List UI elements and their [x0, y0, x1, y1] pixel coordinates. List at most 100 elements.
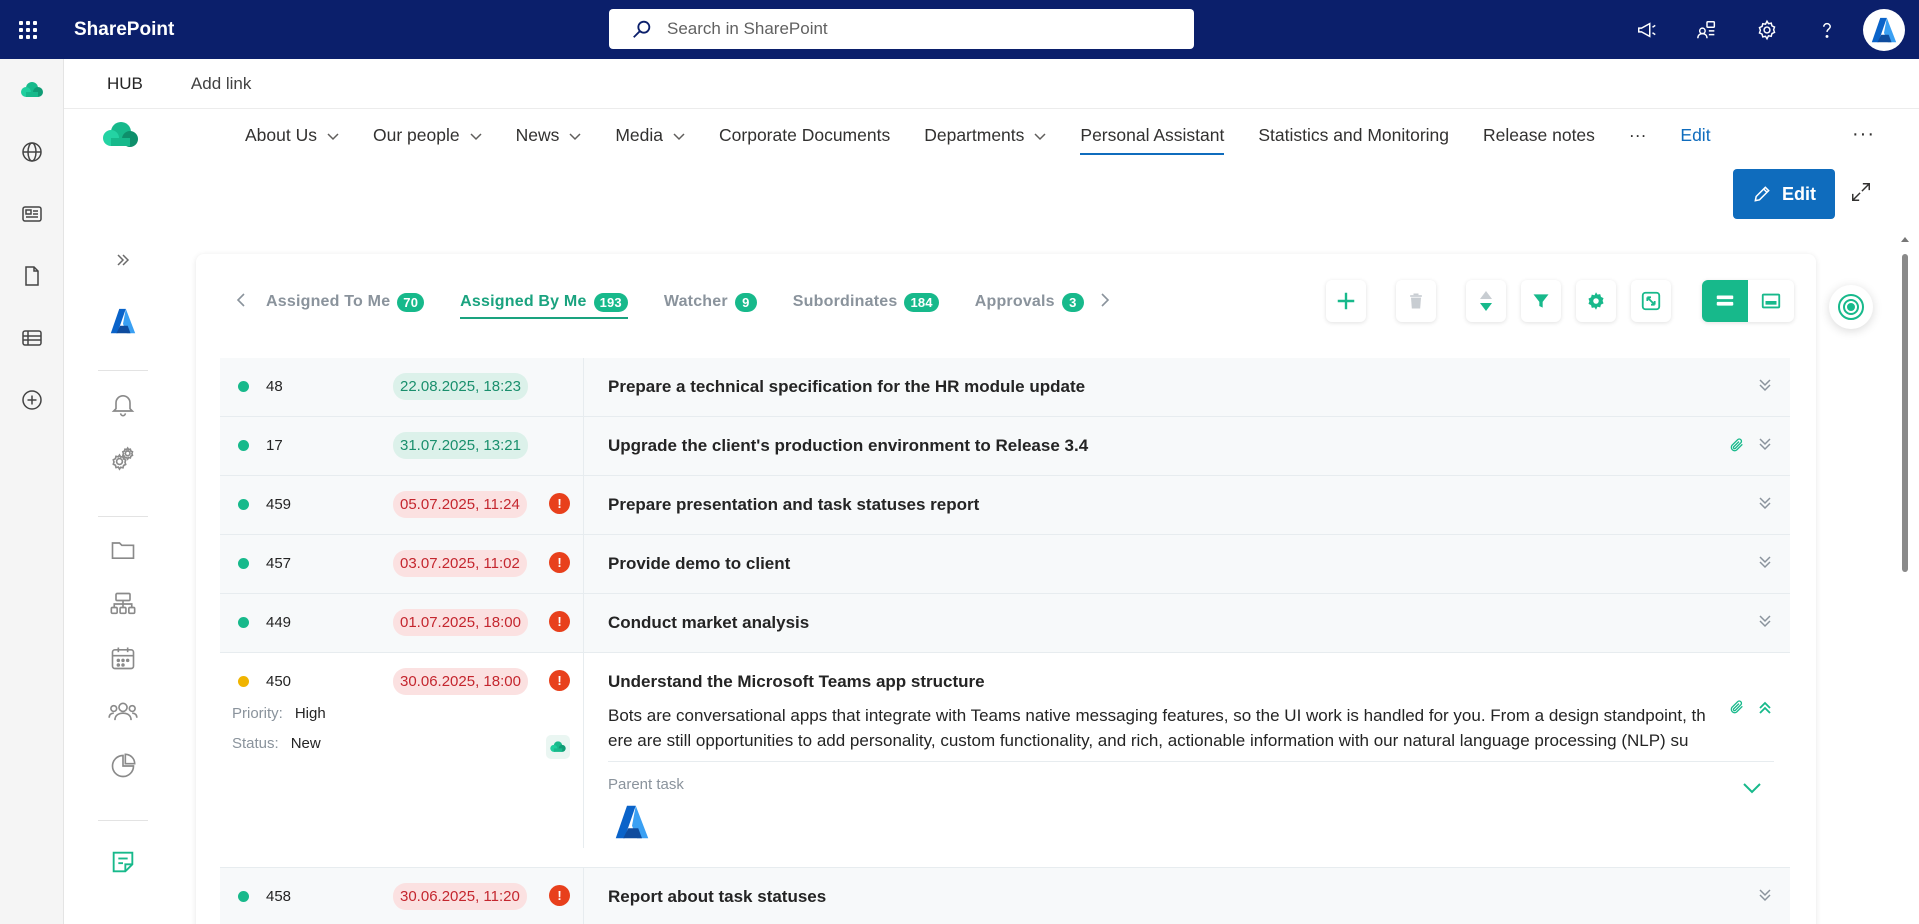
nav-item-about-us[interactable]: About Us [245, 109, 339, 161]
settings-button[interactable] [1576, 280, 1616, 322]
pie-chart-icon[interactable] [80, 752, 166, 780]
task-id: 450 [266, 673, 292, 690]
connections-icon[interactable] [1677, 0, 1737, 59]
task-title[interactable]: Conduct market analysis [608, 613, 809, 633]
expand-chevron-icon[interactable] [1758, 378, 1772, 397]
nav-item-personal-assistant[interactable]: Personal Assistant [1080, 109, 1224, 161]
page-edit-button[interactable]: Edit [1733, 169, 1835, 219]
app-bar-home[interactable] [0, 59, 64, 121]
tabs-prev-icon[interactable] [236, 292, 246, 312]
nav-overflow-icon[interactable]: ··· [1629, 109, 1646, 161]
megaphone-icon[interactable] [1617, 0, 1677, 59]
sort-button[interactable] [1466, 280, 1506, 322]
tabs-next-icon[interactable] [1100, 292, 1110, 312]
task-row[interactable]: 17 31.07.2025, 13:21 Upgrade the client's … [220, 417, 1790, 476]
overdue-alert-icon: ! [549, 493, 570, 514]
delete-task-button[interactable] [1396, 280, 1436, 322]
nav-item-our-people[interactable]: Our people [373, 109, 482, 161]
view-toggle [1702, 280, 1794, 322]
overdue-alert-icon: ! [549, 611, 570, 632]
workflow-icon[interactable] [80, 590, 166, 618]
expand-chevron-icon[interactable] [1758, 555, 1772, 574]
task-id: 458 [266, 888, 292, 905]
app-bar-files[interactable] [0, 245, 64, 307]
task-list: 48 22.08.2025, 18:23 Prepare a technical s… [220, 358, 1790, 924]
search-placeholder: Search in SharePoint [667, 19, 828, 38]
collapse-chevron-icon[interactable] [1758, 701, 1772, 720]
task-title[interactable]: Report about task statuses [608, 887, 826, 907]
tab-approvals[interactable]: Approvals 3 [975, 284, 1084, 320]
expand-chevron-icon[interactable] [1758, 614, 1772, 633]
task-row[interactable]: 458 30.06.2025, 11:20! Report about task s… [220, 868, 1790, 924]
user-avatar[interactable] [1863, 8, 1905, 51]
app-bar-news[interactable] [0, 183, 64, 245]
status-dot [238, 617, 249, 628]
brand-title[interactable]: SharePoint [74, 19, 174, 41]
notes-icon[interactable] [80, 848, 166, 876]
calendar-icon[interactable] [80, 644, 166, 672]
nav-item-media[interactable]: Media [615, 109, 685, 161]
search-box[interactable]: Search in SharePoint [609, 9, 1194, 49]
app-bar-create[interactable] [0, 369, 64, 431]
compact-view-button[interactable] [1748, 280, 1794, 322]
task-title[interactable]: Prepare presentation and task statuses r… [608, 495, 979, 515]
due-date-badge: 05.07.2025, 11:24 [393, 491, 527, 518]
expand-chevron-icon[interactable] [1758, 437, 1772, 456]
assistant-float-button[interactable] [1829, 285, 1873, 329]
expand-icon[interactable] [1850, 181, 1872, 208]
task-title[interactable]: Provide demo to client [608, 554, 790, 574]
nav-item-news[interactable]: News [516, 109, 582, 161]
task-id: 17 [266, 437, 283, 454]
nav-item-release-notes[interactable]: Release notes [1483, 109, 1595, 161]
people-icon[interactable] [80, 698, 166, 726]
globe-icon [22, 142, 42, 162]
task-row[interactable]: 459 05.07.2025, 11:24! Prepare presentatio… [220, 476, 1790, 535]
hub-link[interactable]: HUB [107, 74, 143, 94]
nav-item-corporate-documents[interactable]: Corporate Documents [719, 109, 890, 161]
folder-icon[interactable] [80, 536, 166, 564]
nav-edit-link[interactable]: Edit [1680, 109, 1710, 161]
azure-app-icon[interactable] [80, 306, 166, 336]
app-bar-sites[interactable] [0, 121, 64, 183]
help-icon[interactable] [1797, 0, 1857, 59]
scrollbar-thumb[interactable] [1902, 254, 1908, 572]
task-row[interactable]: 48 22.08.2025, 18:23 Prepare a technical s… [220, 358, 1790, 417]
task-id: 449 [266, 614, 292, 631]
filter-button[interactable] [1521, 280, 1561, 322]
app-bar-lists[interactable] [0, 307, 64, 369]
settings-gear-icon[interactable] [1737, 0, 1797, 59]
app-bar [0, 59, 64, 924]
task-row-expanded[interactable]: 450 30.06.2025, 18:00! Understand the Micr… [220, 653, 1790, 868]
fullscreen-button[interactable] [1631, 280, 1671, 322]
task-row[interactable]: 457 03.07.2025, 11:02! Provide demo to cli… [220, 535, 1790, 594]
hub-navigation: HUB Add link [64, 59, 1919, 109]
due-date-badge: 30.06.2025, 18:00 [393, 668, 528, 695]
task-row[interactable]: 449 01.07.2025, 18:00! Conduct market anal… [220, 594, 1790, 653]
page-scrollbar[interactable] [1899, 230, 1911, 924]
task-title[interactable]: Upgrade the client's production environm… [608, 436, 1088, 456]
chevron-down-icon[interactable] [1742, 781, 1762, 799]
app-launcher-button[interactable] [0, 0, 56, 59]
bell-icon[interactable] [80, 390, 166, 418]
add-link-button[interactable]: Add link [191, 74, 251, 94]
due-date-badge: 31.07.2025, 13:21 [393, 432, 528, 459]
tab-watcher[interactable]: Watcher 9 [664, 284, 757, 320]
chevron-down-icon [569, 125, 581, 146]
add-task-button[interactable] [1326, 280, 1366, 322]
task-title[interactable]: Prepare a technical specification for th… [608, 377, 1085, 397]
azure-logo-icon[interactable] [612, 802, 652, 847]
tab-subordinates[interactable]: Subordinates 184 [793, 284, 939, 320]
expand-rail-icon[interactable] [80, 250, 166, 270]
expand-chevron-icon[interactable] [1758, 496, 1772, 515]
task-title[interactable]: Understand the Microsoft Teams app struc… [608, 672, 985, 692]
status-dot [238, 676, 249, 687]
settings-icon[interactable] [80, 444, 166, 472]
nav-item-statistics-and-monitoring[interactable]: Statistics and Monitoring [1258, 109, 1449, 161]
nav-item-departments[interactable]: Departments [924, 109, 1046, 161]
list-view-button[interactable] [1702, 280, 1748, 322]
tab-assigned-to-me[interactable]: Assigned To Me 70 [266, 284, 425, 320]
site-logo[interactable] [102, 119, 140, 156]
expand-chevron-icon[interactable] [1758, 888, 1772, 907]
site-more-icon[interactable]: ··· [1852, 123, 1875, 146]
tab-assigned-by-me[interactable]: Assigned By Me 193 [460, 284, 628, 320]
